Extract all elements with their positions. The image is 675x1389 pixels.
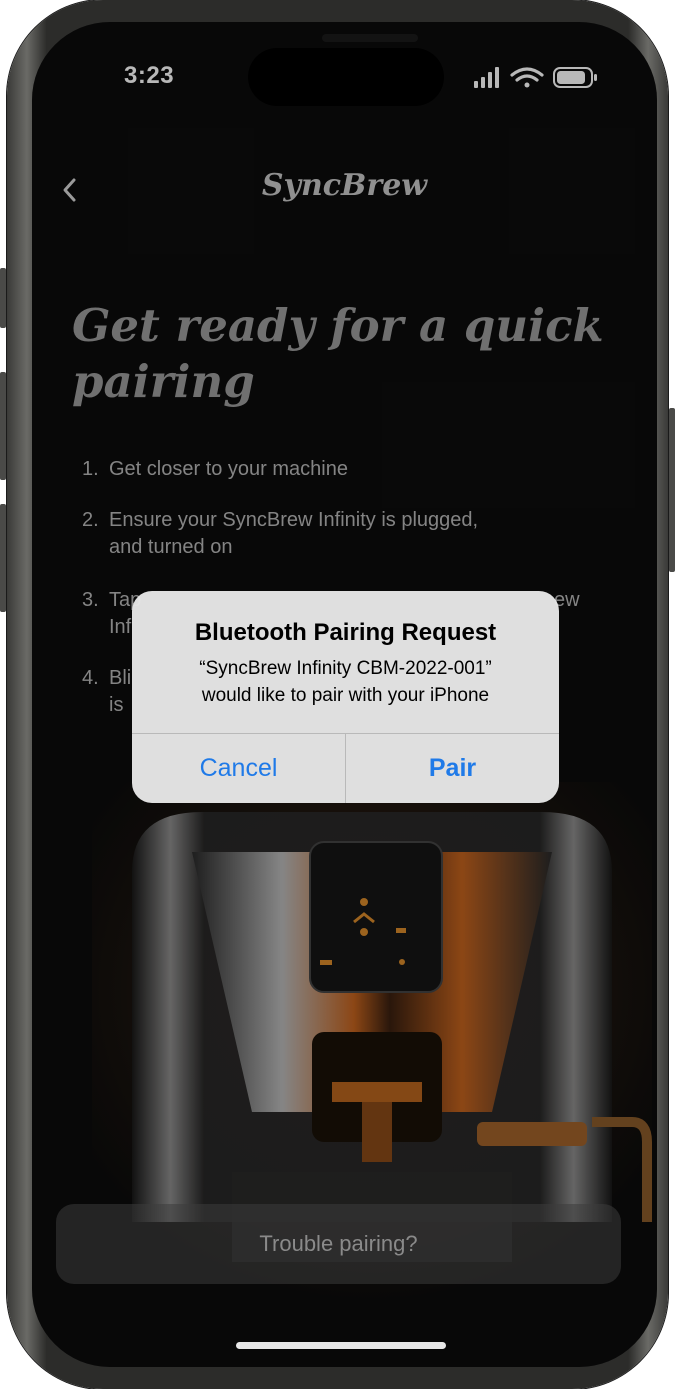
alert-title: Bluetooth Pairing Request: [194, 619, 497, 646]
alert-actions: Cancel Pair: [132, 733, 559, 803]
volume-down-button: [0, 504, 6, 612]
pair-button[interactable]: Pair: [345, 734, 559, 803]
phone-frame: 3:23 SyncBrew Get ready for a quick pair…: [0, 0, 675, 1389]
home-indicator[interactable]: [236, 1342, 446, 1349]
power-button: [669, 408, 675, 572]
action-button: [0, 268, 6, 328]
dynamic-island: [248, 48, 444, 106]
cancel-button[interactable]: Cancel: [132, 734, 345, 803]
bluetooth-pairing-alert: Bluetooth Pairing Request “SyncBrew Infi…: [132, 591, 559, 803]
volume-up-button: [0, 372, 6, 480]
screen: 3:23 SyncBrew Get ready for a quick pair…: [32, 22, 657, 1367]
alert-message: “SyncBrew Infinity CBM-2022-001” would l…: [199, 658, 492, 706]
trouble-pairing-button[interactable]: Trouble pairing?: [56, 1204, 621, 1284]
